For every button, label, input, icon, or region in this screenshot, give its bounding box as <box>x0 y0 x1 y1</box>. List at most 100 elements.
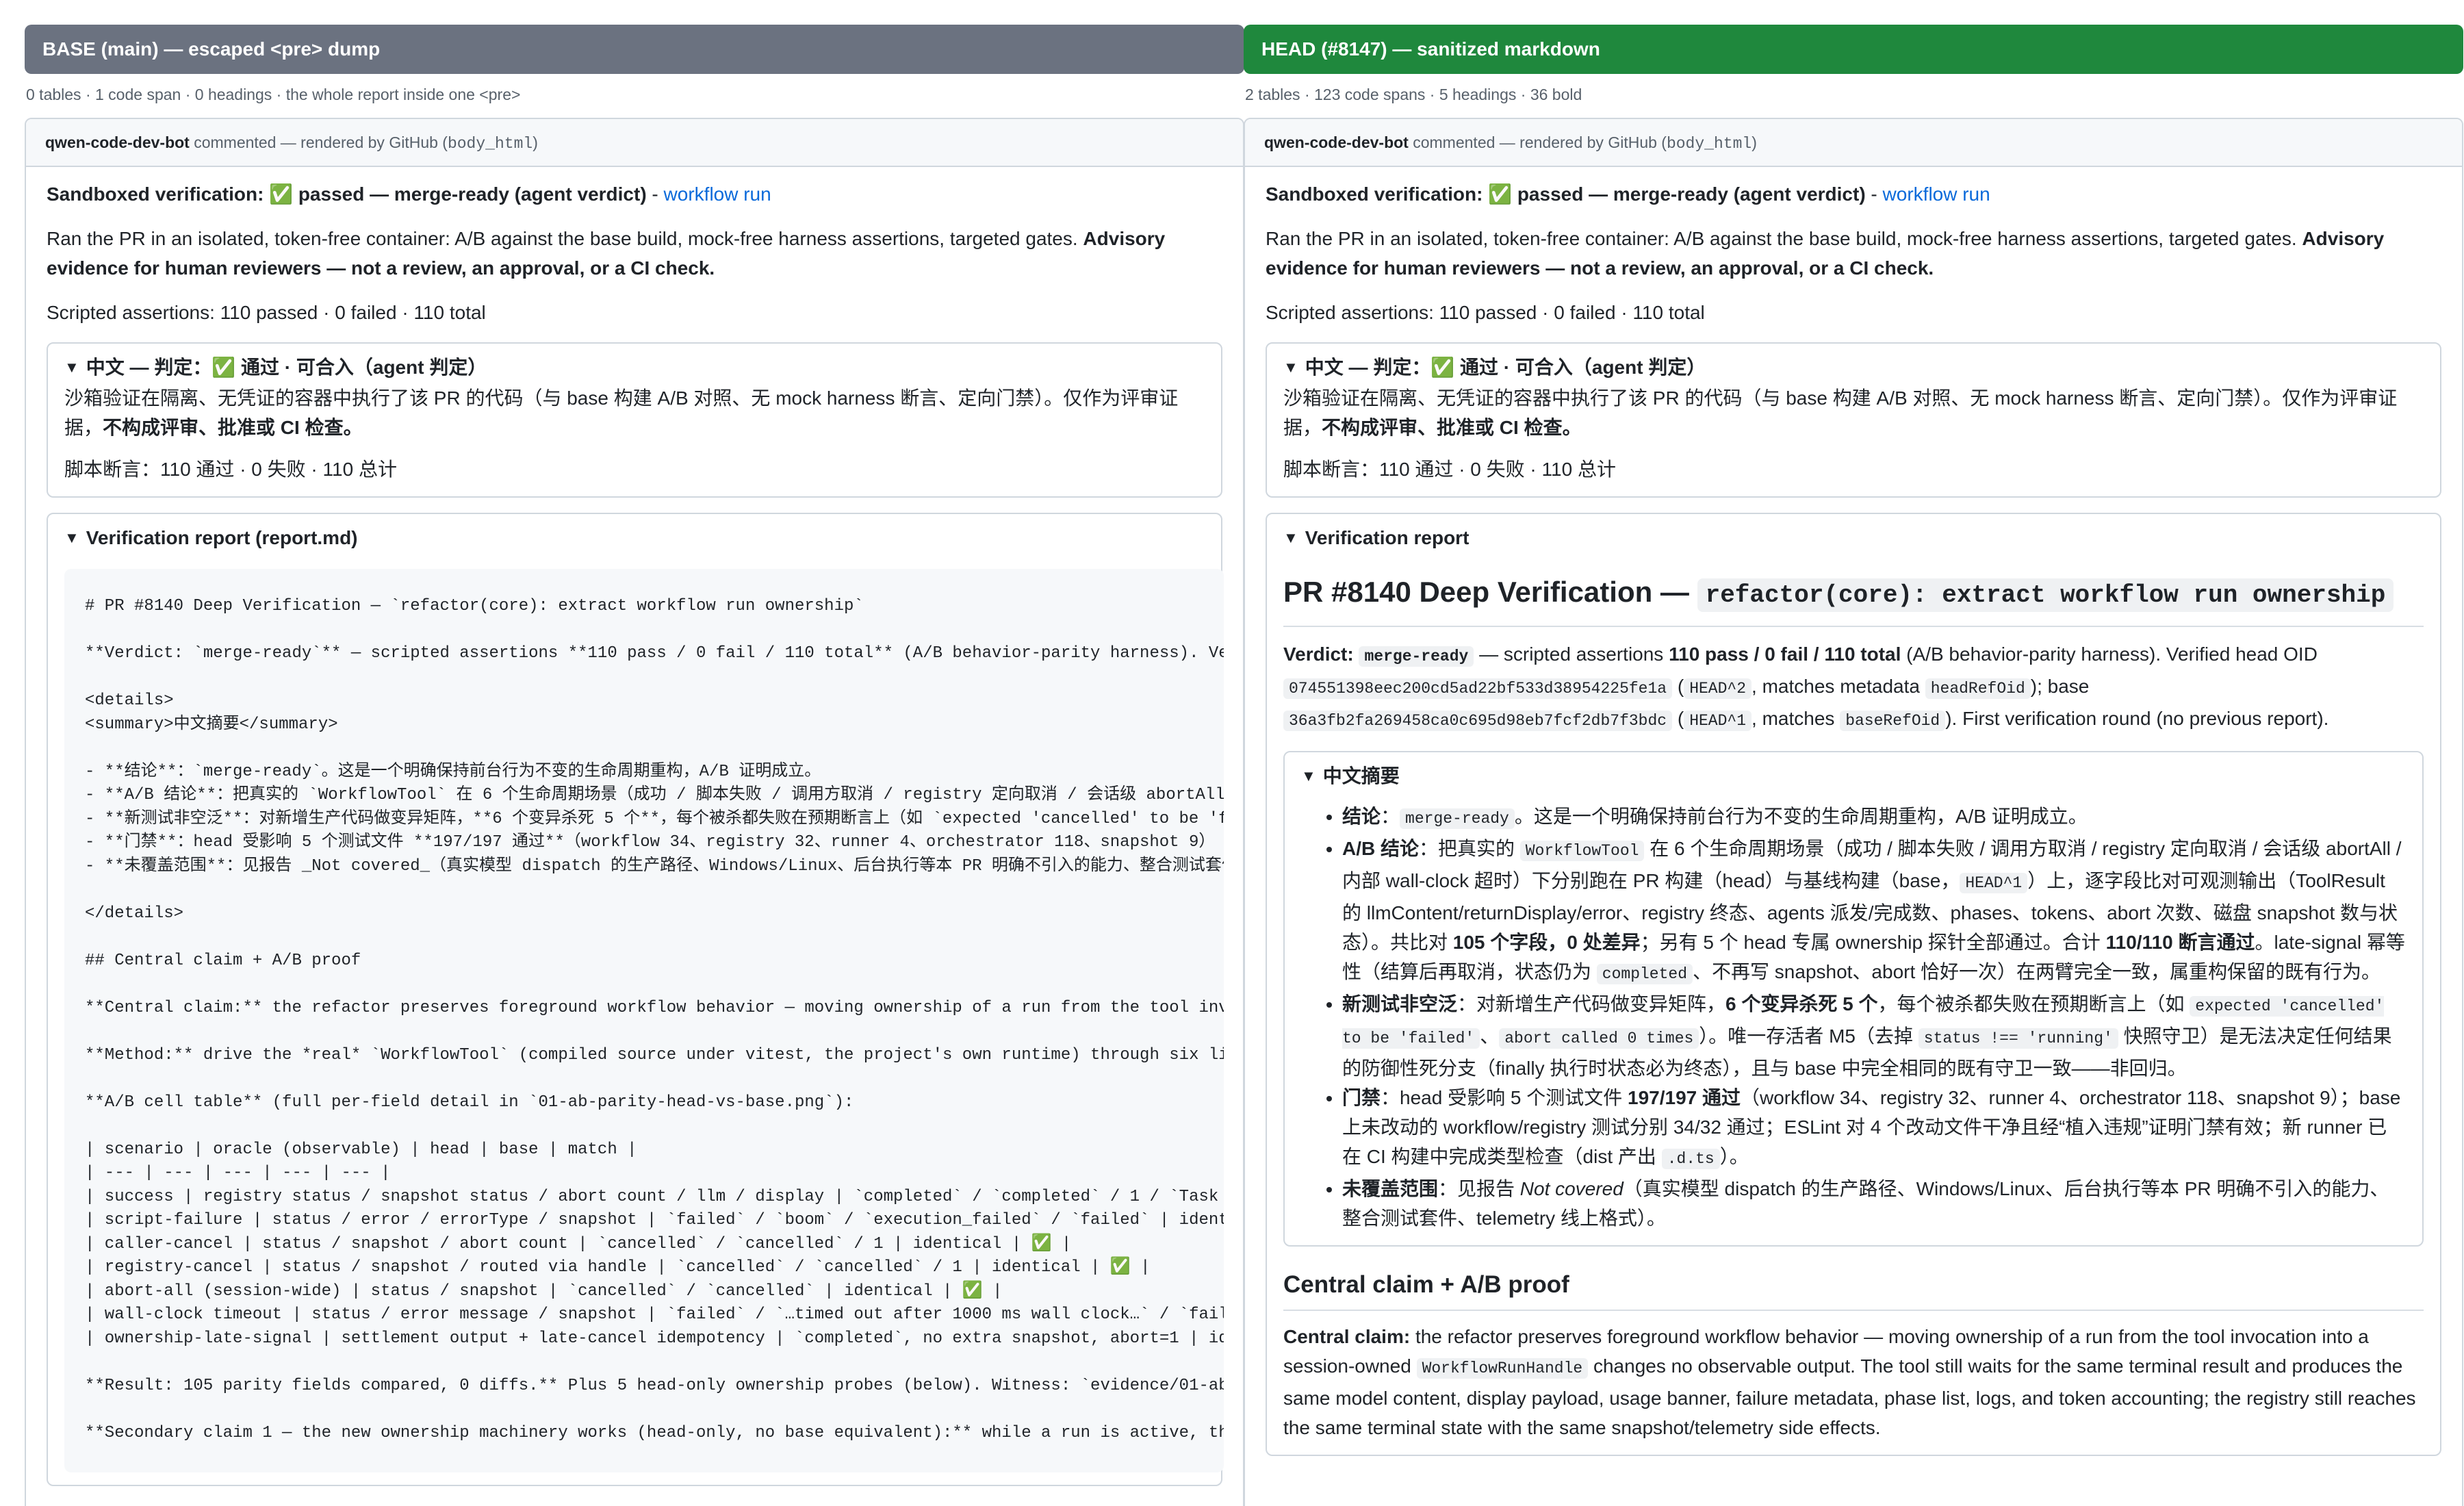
code-line: | caller-cancel | status / snapshot / ab… <box>85 1234 1072 1253</box>
report-summary-label: Verification report <box>1305 527 1470 548</box>
report-pre-dump: # PR #8140 Deep Verification — `refactor… <box>64 569 1224 1472</box>
workflow-run-link[interactable]: workflow run <box>1883 183 1990 205</box>
verification-sep: - <box>646 183 664 205</box>
code-line: <summary>中文摘要</summary> <box>85 715 338 734</box>
bullet-code: .d.ts <box>1661 1149 1720 1169</box>
verdict-text: ). First verification round (no previous… <box>1945 708 2329 729</box>
zh-details: ▼ 中文 — 判定：✅ 通过 · 可合入（agent 判定） 沙箱验证在隔离、无凭… <box>1266 342 2441 498</box>
code-line: </details> <box>85 904 184 923</box>
code-line: | abort-all (session-wide) | status / sn… <box>85 1281 1003 1301</box>
comment-body: Sandboxed verification: ✅ passed — merge… <box>1245 167 2462 1456</box>
bullet-text: ：见报告 <box>1438 1178 1520 1199</box>
report-details: ▼ Verification report PR #8140 Deep Verif… <box>1266 513 2441 1456</box>
comment-header: qwen-code-dev-bot commented — rendered b… <box>26 119 1243 167</box>
verdict-text: — scripted assertions <box>1474 643 1669 665</box>
bullet-bold: 110/110 断言通过 <box>2105 932 2255 953</box>
bullet-text: ）。 <box>1719 1146 1749 1167</box>
intro-text: Ran the PR in an isolated, token-free co… <box>47 228 1083 249</box>
central-claim-paragraph: Central claim: the refactor preserves fo… <box>1283 1322 2424 1442</box>
head-panel-title: HEAD (#8147) — sanitized markdown <box>1244 25 2463 74</box>
bullet-code: status !== 'running' <box>1918 1028 2118 1049</box>
bullet-bold: 6 个变异杀死 5 个 <box>1725 993 1878 1014</box>
base-panel-title: BASE (main) — escaped <pre> dump <box>25 25 1244 74</box>
base-comment: qwen-code-dev-bot commented — rendered b… <box>25 118 1244 1506</box>
code-line: | success | registry status / snapshot s… <box>85 1187 1224 1206</box>
zh-summary2-label: 中文摘要 <box>1322 765 1400 787</box>
bullet-text: 。这是一个明确保持前台行为不变的生命周期重构，A/B 证明成立。 <box>1514 806 2088 827</box>
code-line: **Result: 105 parity fields compared, 0 … <box>85 1376 1224 1395</box>
triangle-down-icon: ▼ <box>64 359 79 376</box>
code-line: | wall-clock timeout | status / error me… <box>85 1305 1224 1324</box>
head-ref-oid: headRefOid <box>1925 678 2031 699</box>
head-panel-stats: 2 tables · 123 code spans · 5 headings ·… <box>1245 86 1582 103</box>
bullet-text: ，每个被杀都失败在预期断言上（如 <box>1877 993 2190 1014</box>
bullet-label: A/B 结论 <box>1342 838 1420 859</box>
bullet-code: HEAD^1 <box>1960 873 2028 893</box>
base-panel: BASE (main) — escaped <pre> dump 0 table… <box>25 25 1244 1506</box>
comment-meta: commented — rendered by GitHub ( <box>194 133 448 151</box>
code-line: **Secondary claim 1 — the new ownership … <box>85 1423 1224 1442</box>
zh-summary[interactable]: ▼ 中文 — 判定：✅ 通过 · 可合入（agent 判定） <box>64 353 1205 383</box>
bullet-text: 、 <box>1480 1025 1500 1047</box>
head-comment: qwen-code-dev-bot commented — rendered b… <box>1244 118 2463 1506</box>
zh-text: 沙箱验证在隔离、无凭证的容器中执行了该 PR 的代码（与 base 构建 A/B… <box>1283 383 2424 442</box>
bullet-text: ： <box>1381 806 1400 827</box>
bullet-code: abort called 0 times <box>1499 1028 1699 1049</box>
zh-text: 沙箱验证在隔离、无凭证的容器中执行了该 PR 的代码（与 base 构建 A/B… <box>64 383 1205 442</box>
zh-summary[interactable]: ▼ 中文 — 判定：✅ 通过 · 可合入（agent 判定） <box>1283 353 2424 383</box>
intro-text: Ran the PR in an isolated, token-free co… <box>1266 228 2302 249</box>
verification-sep: - <box>1865 183 1883 205</box>
code-line: - **门禁**：head 受影响 5 个测试文件 **197/197 通过**… <box>85 833 1216 852</box>
zh-text-bold: 不构成评审、批准或 CI 检查。 <box>103 417 363 438</box>
section-heading: Central claim + A/B proof <box>1283 1267 2424 1311</box>
base-ref-oid: baseRefOid <box>1840 711 1946 731</box>
report-title-code: refactor(core): extract workflow run own… <box>1697 578 2394 612</box>
report-summary[interactable]: ▼ Verification report (report.md) <box>64 524 1221 554</box>
bullet-bold: 197/197 通过 <box>1628 1087 1741 1108</box>
verdict-text: (A/B behavior-parity harness). Verified … <box>1901 643 2318 665</box>
triangle-down-icon: ▼ <box>64 529 79 546</box>
report-summary[interactable]: ▼ Verification report <box>1283 524 2424 554</box>
zh-summary2[interactable]: ▼ 中文摘要 <box>1301 762 2406 792</box>
verdict-paragraph: Verdict: merge-ready — scripted assertio… <box>1283 639 2424 736</box>
head-oid: 074551398eec200cd5ad22bf533d38954225fe1a <box>1283 678 1673 699</box>
verdict-text: , matches metadata <box>1751 676 1925 697</box>
verdict-text: ( <box>1672 676 1684 697</box>
verdict-text: ); base <box>2030 676 2090 697</box>
verdict-label: Verdict: <box>1283 643 1354 665</box>
workflow-run-link[interactable]: workflow run <box>664 183 771 205</box>
verification-label: Sandboxed verification: ✅ passed — merge… <box>1266 183 1866 205</box>
comment-body: Sandboxed verification: ✅ passed — merge… <box>26 167 1243 1486</box>
code-line: # PR #8140 Deep Verification — `refactor… <box>85 597 864 615</box>
code-line: | --- | --- | --- | --- | --- | <box>85 1164 391 1182</box>
zh-summary-details: ▼ 中文摘要 结论：merge-ready。这是一个明确保持前台行为不变的生命周期… <box>1283 751 2424 1247</box>
code-line: | registry-cancel | status / snapshot / … <box>85 1258 1151 1277</box>
bullet-label: 新测试非空泛 <box>1342 993 1458 1014</box>
report-title-text: PR #8140 Deep Verification — <box>1283 576 1697 608</box>
comment-author[interactable]: qwen-code-dev-bot <box>1264 133 1409 151</box>
comment-author[interactable]: qwen-code-dev-bot <box>45 133 190 151</box>
zh-assertions: 脚本断言：110 通过 · 0 失败 · 110 总计 <box>64 459 397 480</box>
report-title: PR #8140 Deep Verification — refactor(co… <box>1283 572 2424 627</box>
list-item: 门禁：head 受影响 5 个测试文件 197/197 通过（workflow … <box>1342 1083 2406 1174</box>
head-ref: HEAD^2 <box>1684 678 1752 699</box>
claim-code: WorkflowRunHandle <box>1416 1358 1589 1379</box>
code-line: - **未覆盖范围**：见报告 _Not covered_（真实模型 dispa… <box>85 856 1224 876</box>
bullet-text: ：对新增生产代码做变异矩阵， <box>1457 993 1726 1014</box>
bullet-bold: 105 个字段，0 处差异 <box>1452 932 1641 953</box>
list-item: 未覆盖范围：见报告 Not covered（真实模型 dispatch 的生产路… <box>1342 1174 2406 1233</box>
code-line: **Central claim:** the refactor preserve… <box>85 998 1224 1017</box>
code-line: | ownership-late-signal | settlement out… <box>85 1329 1224 1348</box>
bullet-em: Not covered <box>1519 1178 1624 1199</box>
code-line: | scenario | oracle (observable) | head … <box>85 1140 637 1159</box>
verification-line: Sandboxed verification: ✅ passed — merge… <box>47 179 1222 209</box>
bullet-text: 、不再写 snapshot、abort 恰好一次）在两臂完全一致，属重构保留的既… <box>1693 961 2381 982</box>
base-ref: HEAD^1 <box>1684 711 1752 731</box>
assertions-line: Scripted assertions: 110 passed · 0 fail… <box>1266 302 1705 323</box>
